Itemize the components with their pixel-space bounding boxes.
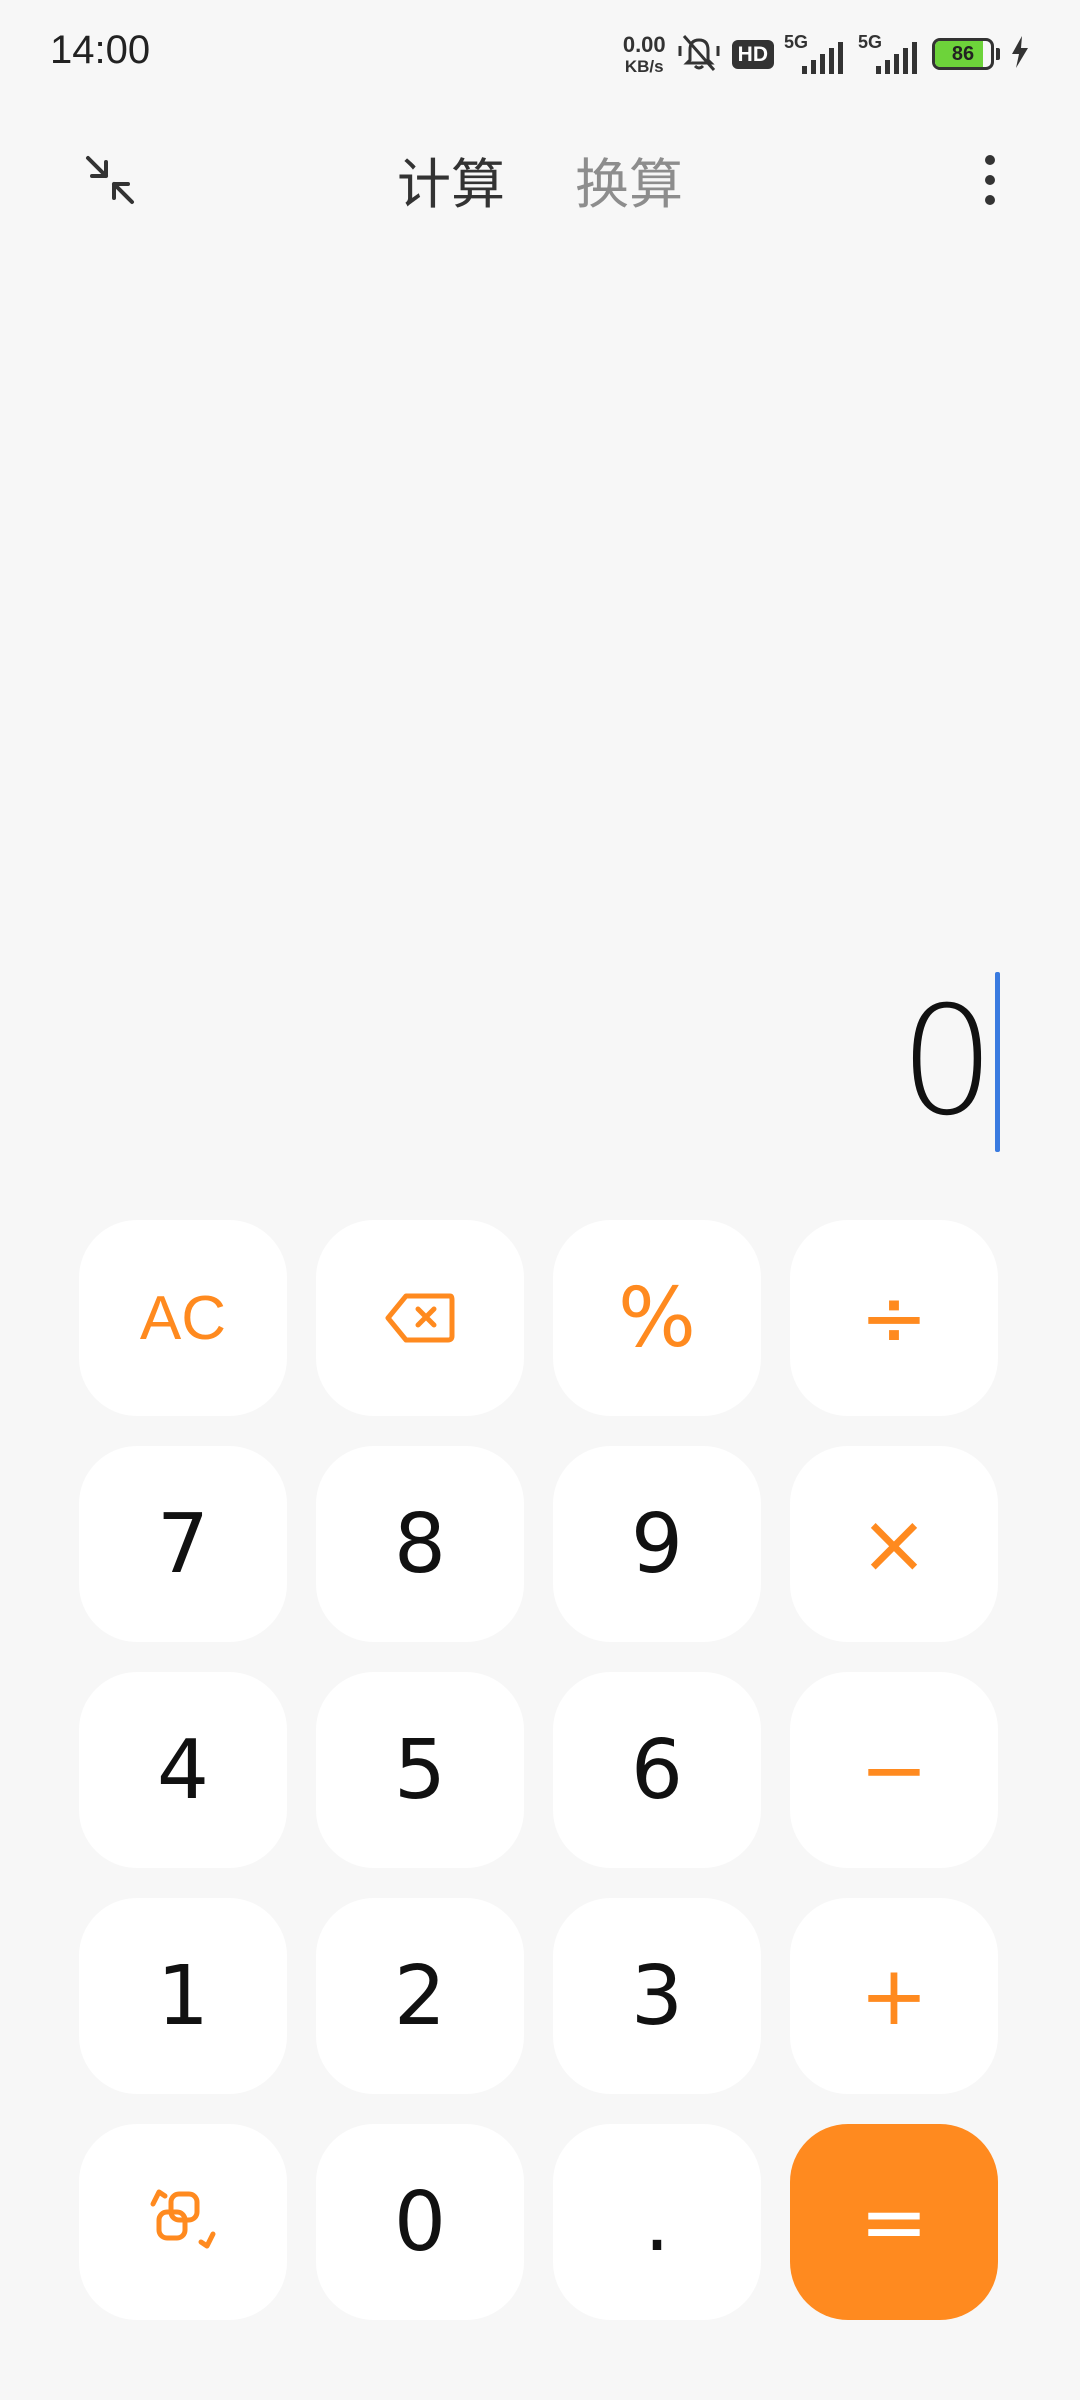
tab-convert[interactable]: 换算 [575, 130, 683, 229]
digit-4-button[interactable]: 4 [79, 1672, 287, 1868]
tab-calculate[interactable]: 计算 [397, 130, 505, 229]
backspace-button[interactable] [316, 1220, 524, 1416]
signal-bars-icon [876, 42, 917, 74]
battery-level: 86 [951, 42, 975, 65]
equals-button[interactable]: = [790, 2124, 998, 2320]
display-value: 0 [899, 975, 995, 1149]
text-caret [995, 972, 1000, 1152]
divide-button[interactable]: ÷ [790, 1220, 998, 1416]
hd-voice-badge: HD [731, 39, 774, 69]
switch-mode-icon [150, 2189, 216, 2249]
digit-7-button[interactable]: 7 [79, 1446, 287, 1642]
plus-button[interactable]: + [790, 1898, 998, 2094]
percent-button[interactable]: % [553, 1220, 761, 1416]
network-speed-value: 0.00 [622, 31, 666, 57]
result-display[interactable]: 0 [900, 970, 1000, 1154]
all-clear-button[interactable]: AC [79, 1220, 287, 1416]
mode-tabs: 计算 换算 [0, 130, 1080, 229]
digit-6-button[interactable]: 6 [553, 1672, 761, 1868]
keypad: AC % ÷ 7 8 9 × 4 5 6 − 1 2 3 + 0 . = [79, 1220, 998, 2320]
digit-3-button[interactable]: 3 [553, 1898, 761, 2094]
digit-9-button[interactable]: 9 [553, 1446, 761, 1642]
battery-cap [996, 48, 1000, 60]
mute-bell-icon [676, 30, 722, 78]
app-header: 计算 换算 [0, 110, 1080, 240]
network-speed-unit: KB/s [624, 56, 664, 76]
charging-bolt-icon [1010, 36, 1030, 72]
network-speed: 0.00 KB/s [622, 31, 666, 76]
backspace-icon [385, 1293, 455, 1343]
digit-2-button[interactable]: 2 [316, 1898, 524, 2094]
digit-0-button[interactable]: 0 [316, 2124, 524, 2320]
sim2-signal: 5G [858, 32, 922, 76]
more-options-button[interactable] [950, 140, 1030, 220]
status-icons: 0.00 KB/s HD 5G 5G 86 [623, 30, 1030, 78]
digit-8-button[interactable]: 8 [316, 1446, 524, 1642]
switch-mode-button[interactable] [79, 2124, 287, 2320]
more-vertical-icon [985, 155, 995, 205]
sim1-signal: 5G [784, 32, 848, 76]
battery-indicator: 86 [932, 38, 994, 70]
status-time: 14:00 [50, 28, 151, 72]
status-bar: 14:00 0.00 KB/s HD 5G 5G 86 [0, 0, 1080, 110]
decimal-point-button[interactable]: . [553, 2124, 761, 2320]
digit-5-button[interactable]: 5 [316, 1672, 524, 1868]
digit-1-button[interactable]: 1 [79, 1898, 287, 2094]
multiply-button[interactable]: × [790, 1446, 998, 1642]
minus-button[interactable]: − [790, 1672, 998, 1868]
signal-bars-icon [802, 42, 843, 74]
